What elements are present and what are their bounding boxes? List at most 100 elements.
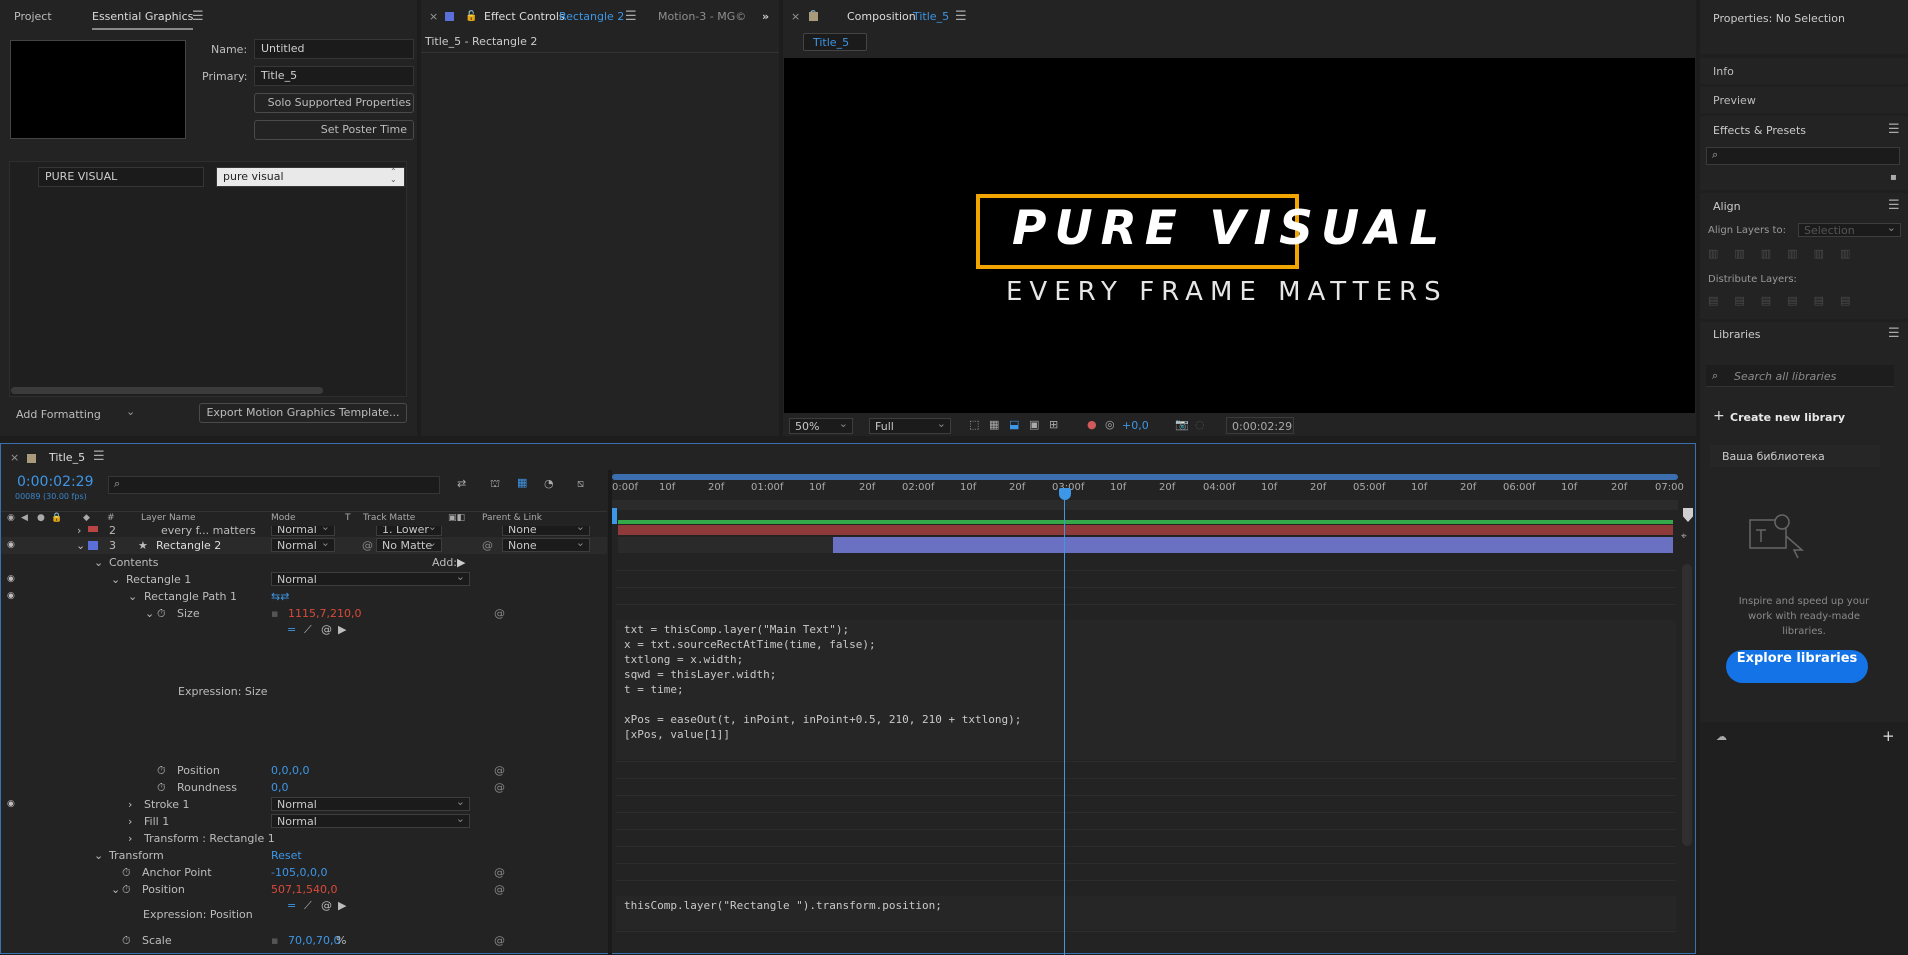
layer-row-2[interactable]: › 2 every f... matters Normal 1. Lower N…: [1, 526, 607, 537]
expand-chevron-icon[interactable]: ›: [128, 796, 132, 813]
grid-icon[interactable]: ⊞: [1049, 418, 1058, 431]
expand-chevron-icon[interactable]: ⌄: [128, 588, 137, 605]
transform-position-value[interactable]: 507,1,540,0: [271, 881, 337, 898]
new-bin-icon[interactable]: ▪: [1890, 172, 1897, 183]
parent-dropdown[interactable]: None: [502, 526, 590, 536]
add-formatting-dropdown[interactable]: Add Formatting: [16, 408, 101, 421]
distribute-buttons-row[interactable]: ▤▤▤▤▤▤: [1708, 294, 1900, 308]
resolution-dropdown[interactable]: Full: [869, 416, 951, 434]
size-value[interactable]: 1115,7,210,0: [288, 605, 361, 622]
stopwatch-icon[interactable]: ⏱: [122, 881, 131, 898]
shy-layers-icon[interactable]: ▦: [517, 476, 527, 489]
layer-mode-dropdown[interactable]: Normal: [271, 526, 335, 536]
close-icon[interactable]: ×: [429, 0, 438, 34]
mask-toggle-icon[interactable]: ⬓: [1009, 418, 1019, 431]
add-icon[interactable]: +: [1882, 727, 1895, 745]
col-layer-name[interactable]: Layer Name: [141, 512, 196, 525]
expand-chevron-icon[interactable]: ⌄: [111, 571, 120, 588]
graph-icon[interactable]: ⟋: [304, 621, 312, 638]
pickwhip-icon[interactable]: @: [494, 779, 505, 796]
timeline-timecode[interactable]: 0:00:02:29: [17, 474, 94, 490]
region-of-interest-icon[interactable]: ⬚: [969, 418, 979, 431]
pickwhip-icon[interactable]: @: [362, 537, 373, 554]
color-channel-icon[interactable]: ●: [1087, 418, 1097, 431]
layer-3-duration-bar[interactable]: [833, 537, 1673, 553]
effects-search-input[interactable]: [1706, 147, 1900, 165]
tab-composition[interactable]: Composition: [847, 0, 916, 34]
library-search-input[interactable]: Search all libraries: [1734, 370, 1836, 383]
layer-2-duration-bar-red[interactable]: [618, 525, 1673, 535]
composition-flowchart-icon[interactable]: ⇄: [457, 477, 466, 490]
transparency-grid-icon[interactable]: ▦: [989, 418, 999, 431]
rectangle-path-row[interactable]: ◉ ⌄ Rectangle Path 1 ⇆⇄: [1, 588, 607, 605]
work-area-end-handle[interactable]: [1683, 508, 1693, 522]
panel-menu-icon[interactable]: ☰: [93, 449, 105, 464]
tab-composition-name[interactable]: Title_5: [913, 0, 949, 34]
explore-libraries-button[interactable]: Explore libraries: [1726, 650, 1868, 683]
expression-language-icon[interactable]: ▶: [338, 621, 346, 638]
anchor-point-row[interactable]: ⏱ Anchor Point -105,0,0,0 @: [1, 864, 607, 881]
link-toggle-icon[interactable]: ▪: [271, 605, 278, 622]
pickwhip-icon[interactable]: @: [494, 881, 505, 898]
eye-icon[interactable]: ◉: [7, 796, 15, 813]
stopwatch-icon[interactable]: ⏱: [122, 864, 131, 881]
expand-chevron-icon[interactable]: ⌄: [94, 554, 103, 571]
position-value[interactable]: 0,0,0,0: [271, 762, 309, 779]
eye-icon[interactable]: ◉: [7, 537, 15, 554]
show-snapshot-icon[interactable]: ◌: [1195, 418, 1205, 431]
track-matte-dropdown[interactable]: 1. Lower: [376, 526, 442, 536]
tab-project[interactable]: Project: [14, 0, 52, 34]
lock-icon[interactable]: 🔓: [465, 0, 477, 34]
time-ruler[interactable]: 0:00f 10f 20f 01:00f 10f 20f 02:00f 10f …: [612, 482, 1684, 500]
tab-effect-controls[interactable]: Effect Controls: [484, 0, 565, 34]
expand-chevron-icon[interactable]: ›: [128, 830, 132, 847]
align-buttons-row[interactable]: ▥▥▥▥▥▥: [1708, 247, 1900, 261]
close-icon[interactable]: ×: [10, 451, 19, 464]
expression-language-icon[interactable]: ▶: [338, 897, 346, 914]
position-row[interactable]: ⏱ Position 0,0,0,0 @: [1, 762, 607, 779]
playhead-line[interactable]: [1064, 488, 1065, 955]
eye-icon[interactable]: ◉: [7, 512, 15, 525]
audio-icon[interactable]: ◀: [21, 512, 28, 525]
expand-chevron-icon[interactable]: ›: [128, 813, 132, 830]
create-library-link[interactable]: Create new library: [1730, 411, 1845, 424]
frame-blending-icon[interactable]: ◔: [544, 477, 554, 490]
pickwhip-icon[interactable]: @: [494, 864, 505, 881]
value-stepper-icon[interactable]: ⌃ ⌄: [390, 168, 397, 184]
stopwatch-icon[interactable]: ⏱: [157, 779, 166, 796]
exposure-value[interactable]: +0,0: [1122, 419, 1149, 432]
contents-row[interactable]: ⌄ Contents Add: ▶: [1, 554, 607, 571]
chevron-down-icon[interactable]: ⌄: [126, 405, 135, 418]
graph-editor-icon[interactable]: ⧅: [577, 477, 584, 491]
stopwatch-icon[interactable]: ⏱: [157, 605, 166, 622]
expression-pickwhip-icon[interactable]: @: [321, 621, 332, 638]
pickwhip-icon[interactable]: @: [494, 932, 505, 949]
layer-row-3[interactable]: ◉ ⌄ 3 ★ Rectangle 2 Normal @ No Matte @ …: [1, 536, 607, 554]
layer-name[interactable]: every f... matters: [161, 526, 256, 536]
work-area-bar[interactable]: [612, 474, 1678, 480]
pickwhip-icon[interactable]: @: [482, 537, 493, 554]
overflow-chevron-icon[interactable]: »: [762, 0, 769, 34]
layer-2-duration-bar[interactable]: [618, 520, 1673, 524]
layer-mode-dropdown[interactable]: Normal: [271, 536, 335, 552]
snapshot-icon[interactable]: 📷: [1175, 418, 1189, 431]
comp-breadcrumb[interactable]: Title_5: [803, 33, 867, 51]
stroke-row[interactable]: ◉ › Stroke 1 Normal: [1, 795, 607, 813]
set-poster-time-button[interactable]: Set Poster Time: [254, 120, 414, 140]
work-area-start-handle[interactable]: [612, 508, 617, 524]
parent-dropdown[interactable]: None: [502, 536, 590, 552]
label-icon[interactable]: ◆: [83, 512, 90, 525]
panel-menu-icon[interactable]: ☰: [1888, 198, 1900, 213]
fill-mode-dropdown[interactable]: Normal: [271, 812, 470, 828]
add-menu-icon[interactable]: ▶: [457, 554, 465, 571]
panel-menu-icon[interactable]: ☰: [1888, 326, 1900, 341]
track-matte-dropdown[interactable]: No Matte: [376, 538, 442, 552]
link-toggle-icon[interactable]: ▪: [271, 932, 278, 949]
zoom-hand-icon[interactable]: ⌖: [1681, 531, 1687, 542]
panel-menu-icon[interactable]: ☰: [1888, 122, 1900, 137]
pickwhip-icon[interactable]: @: [494, 762, 505, 779]
eye-icon[interactable]: ◉: [7, 588, 15, 605]
scale-row[interactable]: ⏱ Scale ▪ 70,0,70,0 % @: [1, 932, 607, 949]
align-target-dropdown[interactable]: Selection: [1798, 221, 1901, 237]
panel-divider[interactable]: [608, 470, 612, 955]
